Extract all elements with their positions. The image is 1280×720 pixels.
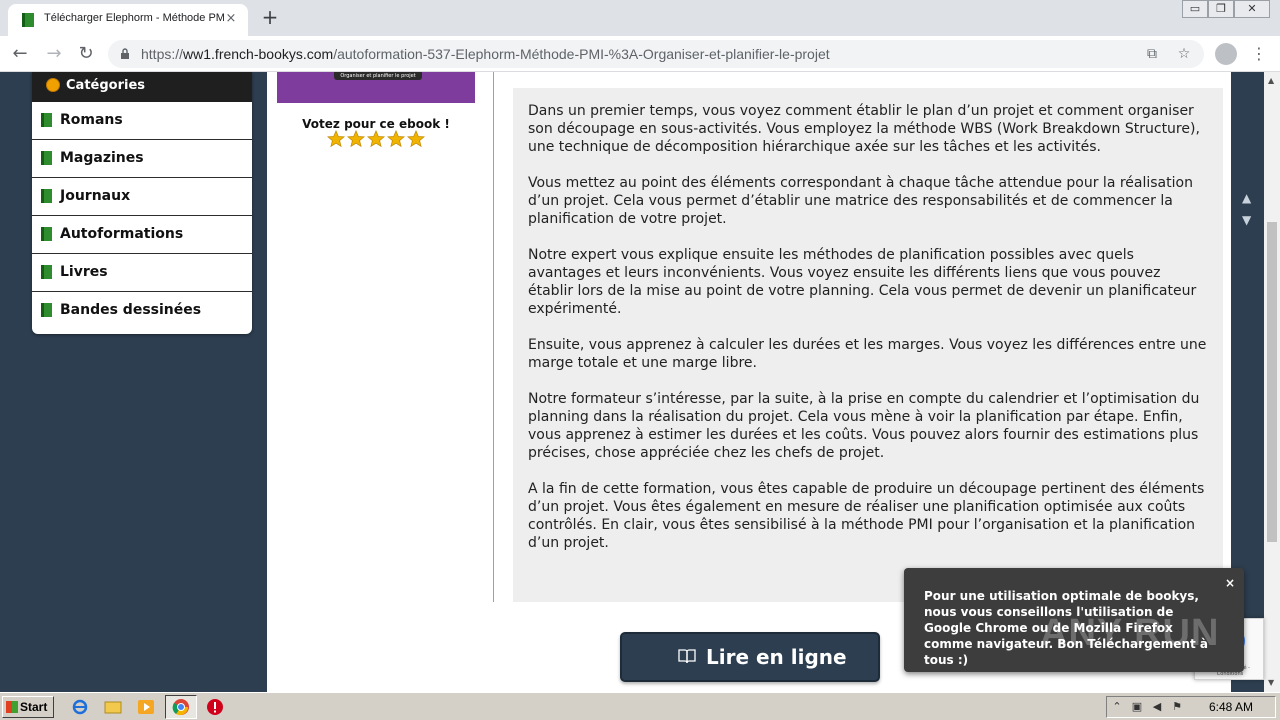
book-description: Dans un premier temps, vous voyez commen…	[513, 88, 1223, 602]
scrollbar-thumb[interactable]	[1267, 222, 1277, 542]
url-text[interactable]: https://ww1.french-bookys.com/autoformat…	[141, 46, 830, 62]
page-scrollbar[interactable]: ▲ ▼	[1264, 72, 1280, 692]
notification-flag-icon[interactable]: ⚑	[1171, 701, 1183, 713]
sidebar-item-label: Autoformations	[60, 226, 184, 242]
profile-avatar-icon[interactable]	[1215, 43, 1237, 65]
internet-explorer-icon[interactable]	[71, 698, 89, 716]
taskbar-clock: 6:48 AM	[1209, 700, 1254, 714]
book-icon	[41, 151, 52, 165]
categories-header: Catégories	[32, 72, 252, 102]
description-paragraph: Notre formateur s’intéresse, par la suit…	[528, 391, 1200, 461]
volume-icon[interactable]: ◀	[1151, 701, 1163, 713]
restore-button[interactable]: ❐	[1208, 0, 1234, 18]
media-player-icon[interactable]	[137, 698, 155, 716]
stop-warning-icon[interactable]	[206, 698, 224, 716]
lock-icon	[121, 48, 129, 59]
column-divider	[493, 72, 494, 602]
chrome-taskbar-button[interactable]	[165, 695, 197, 719]
star-icon[interactable]	[367, 130, 385, 148]
book-icon	[41, 113, 52, 127]
scroll-down-icon[interactable]: ▼	[1268, 678, 1274, 687]
book-icon	[41, 189, 52, 203]
star-icon[interactable]	[407, 130, 425, 148]
translate-icon[interactable]: ⧉	[1142, 44, 1162, 64]
categories-sidebar: Catégories Romans Magazines Journaux Aut…	[32, 72, 252, 334]
start-label: Start	[20, 700, 48, 714]
star-icon[interactable]	[347, 130, 365, 148]
description-paragraph: Vous mettez au point des éléments corres…	[528, 175, 1193, 227]
windows-taskbar: Start ⌃ ▣ ◀ ⚑ 6:48 AM	[0, 692, 1280, 720]
browser-tabstrip: Télécharger Elephorm - Méthode PMI × + ▭…	[0, 0, 1280, 36]
open-book-icon	[678, 649, 696, 664]
book-icon	[41, 227, 52, 241]
book-cover[interactable]: Organiser et planifier le projet	[277, 72, 475, 103]
sidebar-item-label: Romans	[60, 112, 123, 128]
url-path: /autoformation-537-Elephorm-Méthode-PMI-…	[333, 46, 830, 62]
sidebar-item-label: Livres	[60, 264, 108, 280]
info-bullet-icon	[46, 78, 60, 92]
minimize-button[interactable]: ▭	[1182, 0, 1208, 18]
sidebar-item-label: Bandes dessinées	[60, 302, 202, 318]
tab-title: Télécharger Elephorm - Méthode PMI	[44, 12, 226, 24]
sidebar-item-journaux[interactable]: Journaux	[32, 178, 252, 216]
page-scroll-down-icon[interactable]: ▼	[1242, 213, 1251, 227]
back-arrow-icon[interactable]: ←	[8, 42, 32, 66]
sidebar-item-label: Magazines	[60, 150, 144, 166]
forward-arrow-icon[interactable]: →	[42, 42, 66, 66]
tab-close-icon[interactable]: ×	[222, 10, 240, 28]
url-host: ww1.french-bookys.com	[183, 46, 334, 62]
sidebar-item-bandes-dessinees[interactable]: Bandes dessinées	[32, 292, 252, 330]
new-tab-button[interactable]: +	[258, 6, 282, 30]
sidebar-item-magazines[interactable]: Magazines	[32, 140, 252, 178]
browser-menu-icon[interactable]: ⋮	[1249, 42, 1269, 66]
network-icon[interactable]: ▣	[1131, 701, 1143, 713]
anyrun-watermark: ANY RUN	[1040, 612, 1220, 654]
windows-flag-icon	[6, 701, 18, 713]
start-button[interactable]: Start	[2, 696, 54, 718]
sidebar-item-autoformations[interactable]: Autoformations	[32, 216, 252, 254]
description-paragraph: A la fin de cette formation, vous êtes c…	[528, 481, 1205, 551]
star-icon[interactable]	[387, 130, 405, 148]
browser-tab[interactable]: Télécharger Elephorm - Méthode PMI ×	[8, 4, 248, 36]
vote-label: Votez pour ce ebook !	[302, 117, 450, 131]
categories-title: Catégories	[66, 78, 146, 93]
book-favicon-icon	[22, 13, 34, 27]
description-paragraph: Ensuite, vous apprenez à calculer les du…	[528, 337, 1207, 371]
page-scroll-up-icon[interactable]: ▲	[1242, 191, 1251, 205]
close-window-button[interactable]: ✕	[1234, 0, 1270, 18]
cover-caption: Organiser et planifier le projet	[334, 72, 422, 80]
book-icon	[41, 303, 52, 317]
scroll-up-icon[interactable]: ▲	[1268, 76, 1274, 85]
folder-icon[interactable]	[104, 698, 122, 716]
system-tray: ⌃ ▣ ◀ ⚑ 6:48 AM	[1106, 696, 1276, 718]
star-rating[interactable]	[327, 130, 427, 150]
sidebar-item-label: Journaux	[60, 188, 131, 204]
reload-icon[interactable]: ↻	[74, 42, 98, 66]
read-online-button[interactable]: Lire en ligne	[620, 632, 880, 682]
star-icon[interactable]	[327, 130, 345, 148]
book-icon	[41, 265, 52, 279]
bookmark-star-icon[interactable]: ☆	[1174, 44, 1194, 64]
address-bar[interactable]: https://ww1.french-bookys.com/autoformat…	[108, 40, 1204, 68]
description-paragraph: Dans un premier temps, vous voyez commen…	[528, 103, 1200, 155]
description-paragraph: Notre expert vous explique ensuite les m…	[528, 247, 1197, 317]
url-scheme: https://	[141, 46, 184, 62]
sidebar-item-livres[interactable]: Livres	[32, 254, 252, 292]
toast-close-icon[interactable]: ×	[1225, 576, 1235, 590]
tray-expand-icon[interactable]: ⌃	[1111, 701, 1123, 713]
sidebar-item-romans[interactable]: Romans	[32, 102, 252, 140]
read-online-label: Lire en ligne	[706, 645, 847, 669]
browser-toolbar: ← → ↻ https://ww1.french-bookys.com/auto…	[0, 36, 1280, 72]
chrome-icon	[172, 699, 189, 716]
